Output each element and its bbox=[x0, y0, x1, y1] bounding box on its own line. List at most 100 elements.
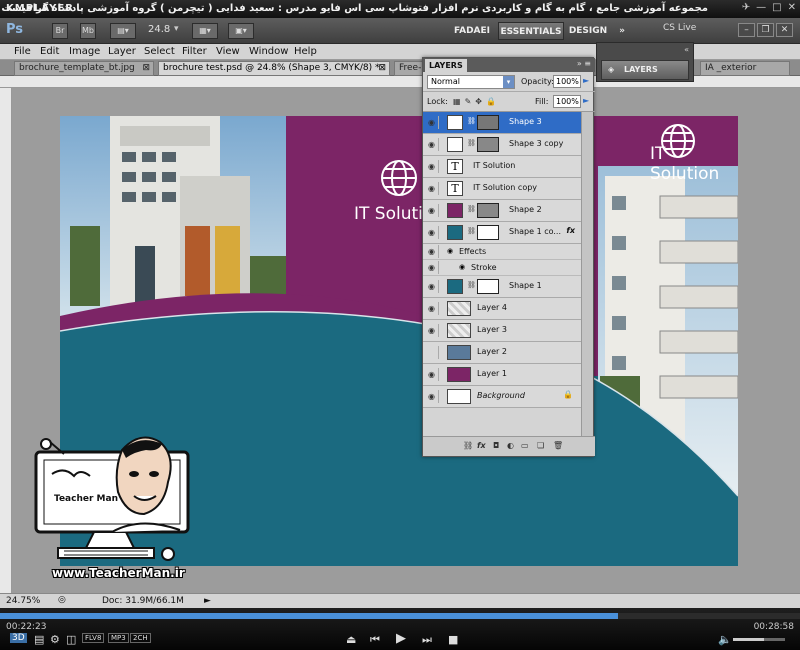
menu-edit[interactable]: Edit bbox=[40, 46, 59, 57]
ps-minimize-icon[interactable]: – bbox=[738, 23, 755, 37]
menu-image[interactable]: Image bbox=[69, 46, 100, 57]
link-layers-icon[interactable]: ⛓ bbox=[463, 441, 473, 450]
layer-3[interactable]: ◉ Layer 3 bbox=[423, 320, 583, 342]
layer-effects-row[interactable]: ◉ ◉ Effects bbox=[423, 244, 583, 260]
capture-icon[interactable]: ◫ bbox=[66, 633, 76, 646]
tab-free[interactable]: Free- bbox=[394, 61, 424, 76]
visibility-eye-icon[interactable]: ◉ bbox=[425, 138, 439, 151]
ps-close-icon[interactable]: ✕ bbox=[776, 23, 793, 37]
visibility-eye-icon[interactable]: ◉ bbox=[425, 302, 439, 315]
layer-shape-1-copy[interactable]: ◉ ⛓ Shape 1 co... fx bbox=[423, 222, 583, 244]
stop-icon[interactable]: ■ bbox=[448, 633, 458, 646]
arrange-documents-button[interactable]: ▦▾ bbox=[192, 23, 218, 39]
visibility-eye-icon[interactable]: ◉ bbox=[425, 116, 439, 129]
lock-pixels-icon[interactable]: ✎ bbox=[465, 97, 472, 106]
workspace-fadaei[interactable]: FADAEI bbox=[448, 22, 496, 40]
status-info-icon[interactable]: ◎ bbox=[58, 595, 66, 605]
workspace-essentials[interactable]: ESSENTIALS bbox=[498, 22, 564, 40]
add-mask-icon[interactable]: ◘ bbox=[493, 441, 499, 450]
layer-stroke-row[interactable]: ◉ ◉ Stroke bbox=[423, 260, 583, 276]
minimize-icon[interactable]: — bbox=[756, 2, 766, 13]
status-zoom[interactable]: 24.75% bbox=[6, 596, 40, 606]
view-extras-button[interactable]: ▤▾ bbox=[110, 23, 136, 39]
opacity-slider-icon[interactable]: ► bbox=[583, 76, 589, 85]
workspace-design[interactable]: DESIGN bbox=[566, 22, 610, 40]
pin-icon[interactable]: ✈ bbox=[742, 2, 750, 13]
layer-shape-2[interactable]: ◉ ⛓ Shape 2 bbox=[423, 200, 583, 222]
lock-all-icon[interactable]: 🔒 bbox=[486, 97, 496, 106]
tab-close-icon[interactable]: ⊠ bbox=[378, 62, 386, 75]
layer-shape-3[interactable]: ◉ ⛓ Shape 3 bbox=[423, 112, 583, 134]
tab-brochure-template[interactable]: brochure_template_bt.jpg ⊠ bbox=[14, 61, 154, 76]
play-icon[interactable]: ▶ bbox=[396, 631, 406, 646]
zoom-level[interactable]: 24.8 bbox=[148, 24, 170, 35]
next-icon[interactable]: ⏭ bbox=[422, 633, 432, 647]
ps-restore-icon[interactable]: ❐ bbox=[757, 23, 774, 37]
tab-exterior[interactable]: IA _exterior bbox=[700, 61, 790, 76]
layer-it-solution[interactable]: ◉ T IT Solution bbox=[423, 156, 583, 178]
panel-menu-icon[interactable]: » ≡ bbox=[577, 59, 591, 68]
fx-icon[interactable]: fx bbox=[566, 226, 575, 235]
visibility-eye-icon[interactable]: ◉ bbox=[425, 368, 439, 381]
eject-icon[interactable]: ⏏ bbox=[346, 633, 356, 646]
layer-shape-1[interactable]: ◉ ⛓ Shape 1 bbox=[423, 276, 583, 298]
screen-mode-button[interactable]: ▣▾ bbox=[228, 23, 254, 39]
tab-brochure-test[interactable]: brochure test.psd @ 24.8% (Shape 3, CMYK… bbox=[158, 61, 390, 76]
layer-2[interactable]: Layer 2 bbox=[423, 342, 583, 364]
dock-layers-button[interactable]: ◈ LAYERS bbox=[601, 60, 689, 80]
cs-live-button[interactable]: CS Live bbox=[663, 23, 696, 33]
volume-icon[interactable]: 🔈 bbox=[718, 633, 732, 646]
visibility-eye-icon[interactable]: ◉ bbox=[425, 324, 439, 337]
volume-slider[interactable] bbox=[733, 638, 785, 641]
visibility-eye-icon[interactable]: ◉ bbox=[425, 390, 439, 403]
layer-it-solution-copy[interactable]: ◉ T IT Solution copy bbox=[423, 178, 583, 200]
menu-file[interactable]: File bbox=[14, 46, 31, 57]
menu-help[interactable]: Help bbox=[294, 46, 317, 57]
settings-icon[interactable]: ⚙ bbox=[50, 633, 60, 646]
add-style-icon[interactable]: fx bbox=[477, 441, 486, 450]
dock-collapse-icon[interactable]: « bbox=[684, 45, 689, 54]
fill-input[interactable]: 100% bbox=[553, 95, 581, 108]
lock-position-icon[interactable]: ✥ bbox=[475, 97, 482, 106]
layers-tab[interactable]: LAYERS bbox=[425, 59, 467, 72]
layer-shape-3-copy[interactable]: ◉ ⛓ Shape 3 copy bbox=[423, 134, 583, 156]
visibility-eye-icon[interactable]: ◉ bbox=[425, 204, 439, 217]
layer-4[interactable]: ◉ Layer 4 bbox=[423, 298, 583, 320]
visibility-eye-icon[interactable]: ◉ bbox=[425, 160, 439, 173]
vertical-ruler[interactable] bbox=[0, 88, 12, 593]
zoom-dropdown-icon[interactable]: ▾ bbox=[174, 24, 179, 34]
maximize-icon[interactable]: □ bbox=[772, 2, 781, 13]
visibility-eye-icon[interactable]: ◉ bbox=[425, 182, 439, 195]
visibility-eye-icon[interactable]: ◉ bbox=[425, 245, 439, 258]
seek-bar[interactable] bbox=[0, 613, 800, 619]
opacity-input[interactable]: 100% bbox=[553, 75, 581, 88]
bridge-button[interactable]: Br bbox=[52, 23, 68, 39]
blend-mode-select[interactable]: Normal ▾ bbox=[427, 75, 515, 89]
menu-filter[interactable]: Filter bbox=[182, 46, 207, 57]
menu-select[interactable]: Select bbox=[144, 46, 175, 57]
status-menu-icon[interactable]: ► bbox=[204, 596, 211, 606]
menu-window[interactable]: Window bbox=[249, 46, 288, 57]
visibility-eye-icon[interactable]: ◉ bbox=[425, 280, 439, 293]
fill-slider-icon[interactable]: ► bbox=[583, 96, 589, 105]
playlist-icon[interactable]: ▤ bbox=[34, 633, 44, 646]
more-workspaces-icon[interactable]: » bbox=[614, 22, 630, 40]
new-layer-icon[interactable]: ❏ bbox=[537, 441, 544, 450]
layer-background[interactable]: ◉ Background 🔒 bbox=[423, 386, 583, 408]
layers-scrollbar[interactable] bbox=[581, 112, 593, 438]
visibility-eye-icon[interactable]: ◉ bbox=[425, 261, 439, 274]
close-icon[interactable]: ✕ bbox=[788, 2, 796, 13]
mini-bridge-button[interactable]: Mb bbox=[80, 23, 96, 39]
visibility-eye-icon[interactable]: ◉ bbox=[425, 226, 439, 239]
adjustment-layer-icon[interactable]: ◐ bbox=[507, 441, 514, 450]
tab-close-icon[interactable]: ⊠ bbox=[142, 62, 150, 75]
menu-layer[interactable]: Layer bbox=[108, 46, 136, 57]
layer-1[interactable]: ◉ Layer 1 bbox=[423, 364, 583, 386]
lock-transparency-icon[interactable]: ▦ bbox=[453, 97, 461, 106]
previous-icon[interactable]: ⏮ bbox=[370, 633, 380, 647]
visibility-eye-icon[interactable] bbox=[425, 346, 439, 359]
delete-layer-icon[interactable]: 🗑 bbox=[553, 441, 563, 450]
menu-view[interactable]: View bbox=[216, 46, 240, 57]
new-group-icon[interactable]: ▭ bbox=[521, 441, 529, 450]
3d-icon[interactable]: 3D bbox=[10, 633, 27, 643]
